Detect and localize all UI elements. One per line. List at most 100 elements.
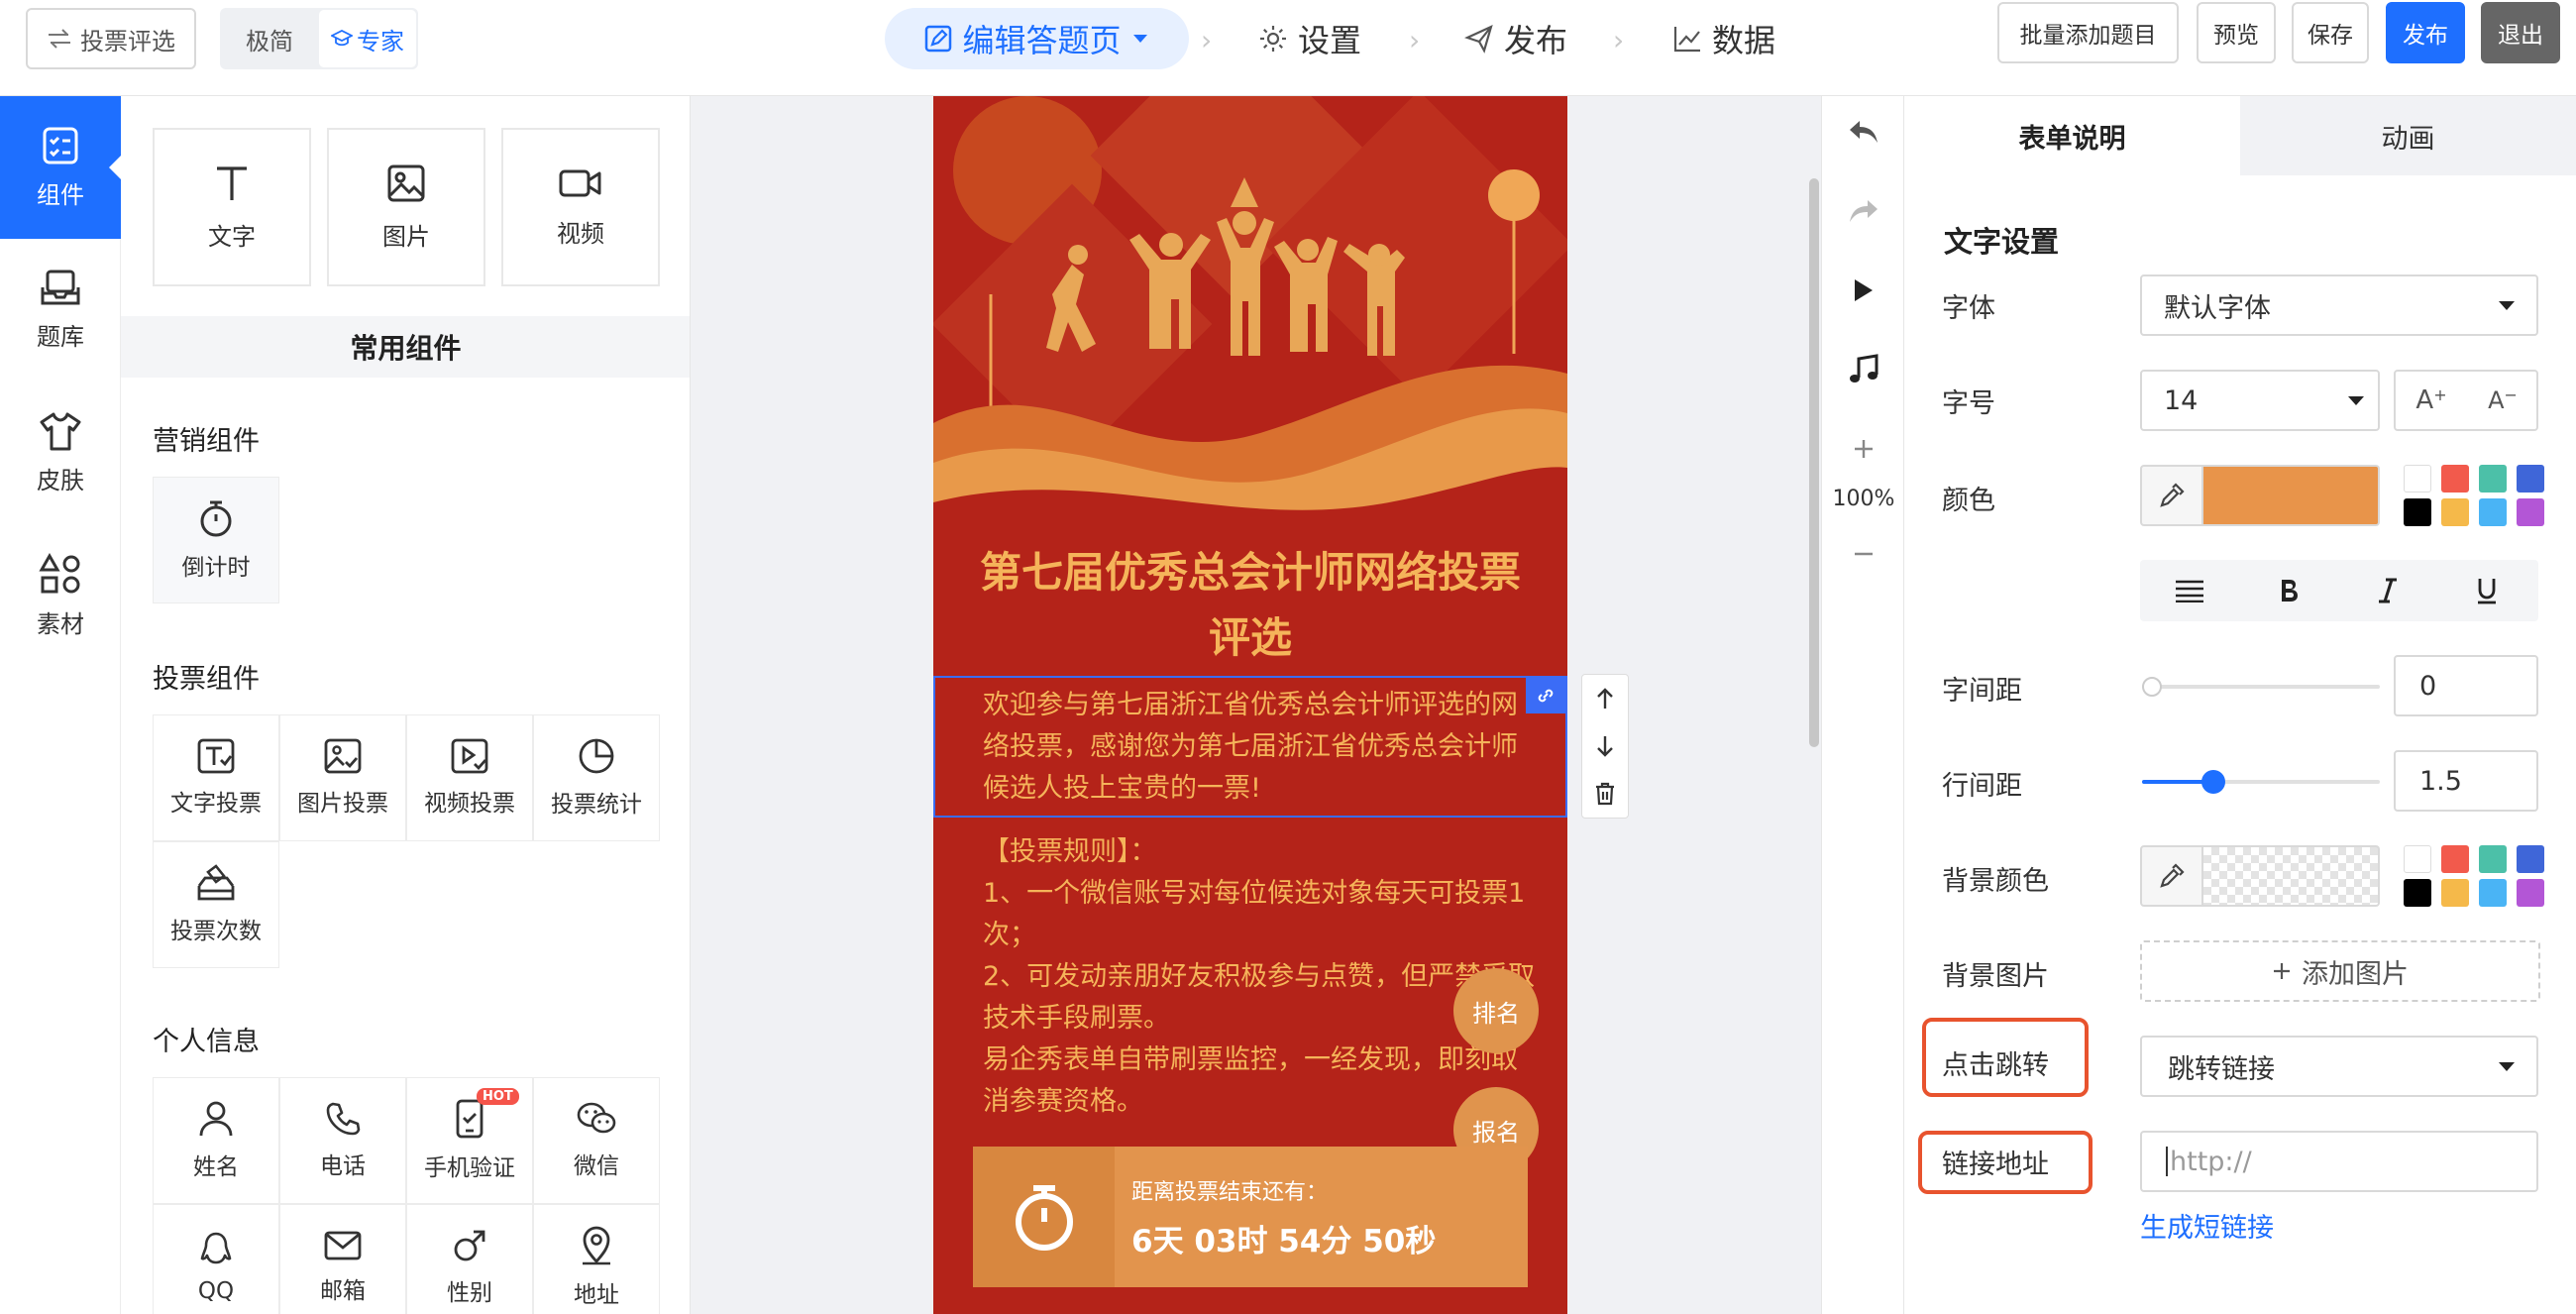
font-size-increase-button[interactable]: A +	[2396, 372, 2467, 429]
mode-simple-button[interactable]: 极简	[220, 8, 319, 69]
personal-section-title: 个人信息	[153, 1027, 260, 1057]
italic-button[interactable]	[2338, 560, 2437, 621]
color-swatch-blue[interactable]	[2517, 465, 2544, 493]
component-image[interactable]: 图片	[327, 128, 485, 286]
component-video-vote[interactable]: 视频投票	[406, 714, 533, 841]
bold-button[interactable]	[2239, 560, 2338, 621]
color-picker-button[interactable]	[2140, 465, 2203, 526]
component-vote-stats[interactable]: 投票统计	[533, 714, 660, 841]
delete-button[interactable]	[1582, 770, 1628, 818]
underline-button[interactable]	[2437, 560, 2536, 621]
rules-line: 【投票规则】：	[983, 836, 1157, 867]
component-qq[interactable]: QQ	[153, 1204, 279, 1314]
back-button[interactable]: 投票评选	[26, 8, 196, 69]
bg-swatch-red[interactable]	[2441, 845, 2469, 873]
letter-spacing-input[interactable]: 0	[2394, 655, 2538, 716]
nav-skin[interactable]: 皮肤	[0, 382, 121, 524]
component-countdown[interactable]: 倒计时	[153, 477, 279, 603]
color-swatch-sky[interactable]	[2479, 498, 2507, 526]
component-phone[interactable]: 电话	[279, 1077, 406, 1204]
generate-short-link[interactable]: 生成短链接	[2140, 1206, 2274, 1245]
component-name[interactable]: 姓名	[153, 1077, 279, 1204]
bg-swatch-yellow[interactable]	[2441, 879, 2469, 907]
color-swatch-white[interactable]	[2404, 465, 2431, 493]
exit-button[interactable]: 退出	[2481, 2, 2560, 63]
bg-swatch-blue[interactable]	[2517, 845, 2544, 873]
component-wechat[interactable]: 微信	[533, 1077, 660, 1204]
canvas-scrollbar[interactable]	[1809, 178, 1819, 747]
background-color-picker-button[interactable]	[2140, 845, 2203, 907]
redo-button[interactable]	[1822, 181, 1905, 241]
zoom-in-button[interactable]	[1822, 419, 1905, 479]
component-email[interactable]: 邮箱	[279, 1204, 406, 1314]
component-gender[interactable]: 性别	[406, 1204, 533, 1314]
play-button[interactable]	[1822, 261, 1905, 320]
move-down-button[interactable]	[1582, 722, 1628, 770]
countdown-label: 距离投票结束还有：	[1131, 1180, 1329, 1205]
color-swatch-yellow[interactable]	[2441, 498, 2469, 526]
component-text-vote[interactable]: 文字投票	[153, 714, 279, 841]
nav-components[interactable]: 组件	[0, 96, 121, 239]
tab-animation[interactable]: 动画	[2240, 96, 2576, 175]
link-address-input[interactable]: http://	[2140, 1131, 2538, 1192]
bg-swatch-teal[interactable]	[2479, 845, 2507, 873]
component-image-vote[interactable]: 图片投票	[279, 714, 406, 841]
nav-question-bank[interactable]: 题库	[0, 239, 121, 382]
zoom-out-button[interactable]	[1822, 524, 1905, 584]
letter-spacing-slider-handle[interactable]	[2142, 677, 2162, 697]
color-swatch-red[interactable]	[2441, 465, 2469, 493]
rules-text[interactable]: 【投票规则】： 1、一个微信账号对每位候选对象每天可投票1次； 2、可发动亲朋好…	[983, 831, 1538, 1123]
letter-spacing-label: 字间距	[1942, 676, 2022, 707]
component-address[interactable]: 地址	[533, 1204, 660, 1314]
click-jump-select[interactable]: 跳转链接	[2140, 1036, 2538, 1097]
rank-button[interactable]: 排名	[1453, 968, 1539, 1053]
bg-swatch-black[interactable]	[2404, 879, 2431, 907]
page-title[interactable]: 第七届优秀总会计师网络投票评选	[973, 540, 1528, 671]
color-label: 颜色	[1942, 486, 1995, 516]
line-height-slider-handle[interactable]	[2201, 770, 2225, 794]
line-height-input[interactable]: 1.5	[2394, 750, 2538, 812]
step-settings-label: 设置	[1298, 22, 1362, 59]
letter-spacing-slider[interactable]	[2142, 685, 2380, 689]
mode-expert-button[interactable]: 专家	[319, 10, 416, 67]
font-color-preview[interactable]	[2203, 465, 2380, 526]
component-text-vote-label: 文字投票	[170, 791, 262, 817]
link-tag[interactable]	[1526, 678, 1565, 713]
add-image-button[interactable]: 添加图片	[2140, 940, 2540, 1002]
step-data[interactable]: 数据	[1672, 8, 1775, 69]
music-button[interactable]	[1822, 340, 1905, 399]
save-button[interactable]: 保存	[2292, 2, 2369, 63]
left-nav: 组件 题库 皮肤 素材	[0, 96, 121, 1314]
batch-add-button[interactable]: 批量添加题目	[1997, 2, 2179, 63]
nav-material[interactable]: 素材	[0, 524, 121, 667]
bg-swatch-purple[interactable]	[2517, 879, 2544, 907]
preview-button[interactable]: 预览	[2197, 2, 2276, 63]
undo-button[interactable]	[1822, 102, 1905, 162]
component-video[interactable]: 视频	[501, 128, 660, 286]
chevron-right-icon: ›	[1201, 24, 1213, 56]
font-size-decrease-button[interactable]: A −	[2467, 372, 2538, 429]
color-swatch-purple[interactable]	[2517, 498, 2544, 526]
step-publish[interactable]: 发布	[1464, 8, 1567, 69]
publish-button[interactable]: 发布	[2386, 2, 2465, 63]
color-swatch-black[interactable]	[2404, 498, 2431, 526]
color-swatch-teal[interactable]	[2479, 465, 2507, 493]
component-text[interactable]: 文字	[153, 128, 311, 286]
component-vote-count[interactable]: 投票次数	[153, 841, 279, 968]
bg-swatch-white[interactable]	[2404, 845, 2431, 873]
background-color-preview-transparent[interactable]	[2203, 845, 2380, 907]
stopwatch-icon	[1012, 1182, 1077, 1252]
mode-switch: 极简 专家	[220, 8, 418, 69]
intro-text[interactable]: 欢迎参与第七届浙江省优秀总会计师评选的网络投票，感谢您为第七届浙江省优秀总会计师…	[983, 685, 1538, 810]
bg-swatch-sky[interactable]	[2479, 879, 2507, 907]
tab-form-description[interactable]: 表单说明	[1904, 96, 2240, 175]
font-size-select[interactable]: 14	[2140, 370, 2380, 431]
countdown-widget[interactable]: 距离投票结束还有： 6天 03时 54分 50秒	[973, 1147, 1528, 1287]
align-button[interactable]	[2140, 560, 2239, 621]
move-up-button[interactable]	[1582, 675, 1628, 722]
font-select[interactable]: 默认字体	[2140, 274, 2538, 336]
step-edit-page[interactable]: 编辑答题页	[885, 8, 1189, 69]
step-settings[interactable]: 设置	[1258, 8, 1361, 69]
step-publish-label: 发布	[1504, 22, 1568, 59]
component-mobile-verify[interactable]: HOT 手机验证	[406, 1077, 533, 1204]
